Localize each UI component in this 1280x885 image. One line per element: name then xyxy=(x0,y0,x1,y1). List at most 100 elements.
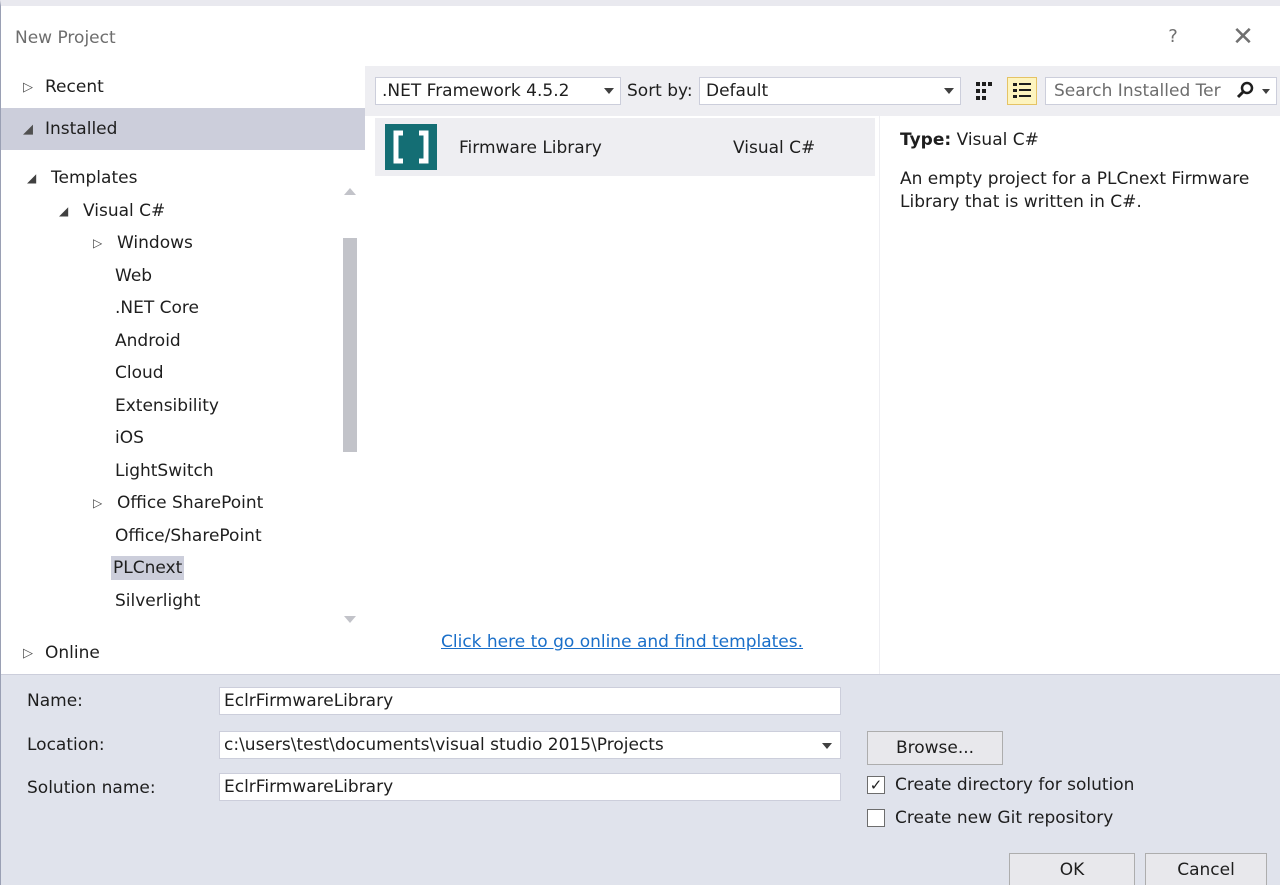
location-combobox[interactable]: c:\users\test\documents\visual studio 20… xyxy=(219,731,841,759)
search-icon[interactable] xyxy=(1236,81,1254,104)
create-directory-checkbox[interactable]: ✓ xyxy=(867,776,885,794)
title-bar: New Project ? ✕ xyxy=(1,12,1280,66)
tree-node-extensibility[interactable]: Extensibility xyxy=(1,390,339,423)
collapse-arrow-icon: ◢ xyxy=(59,203,69,218)
tree-node-plcnext[interactable]: PLCnext xyxy=(1,552,339,585)
expand-arrow-icon: ▷ xyxy=(93,496,103,511)
scrollbar-thumb[interactable] xyxy=(343,238,357,452)
tree-node-label: iOS xyxy=(115,428,144,449)
search-options-arrow-icon[interactable] xyxy=(1262,89,1270,94)
tree-node-templates[interactable]: ◢ Templates xyxy=(1,162,339,195)
dialog-title: New Project xyxy=(15,28,116,48)
tree-node-label: Visual C# xyxy=(83,200,166,221)
small-icons-view-button[interactable] xyxy=(969,77,999,105)
nav-online-label: Online xyxy=(45,643,100,663)
tree-node-silverlight[interactable]: Silverlight xyxy=(1,585,339,618)
cancel-button[interactable]: Cancel xyxy=(1145,853,1267,885)
collapse-arrow-icon: ◢ xyxy=(27,171,37,186)
create-git-repo-label: Create new Git repository xyxy=(895,808,1114,828)
sort-by-label: Sort by: xyxy=(627,81,693,101)
template-list: Firmware Library Visual C# Click here to… xyxy=(371,116,879,674)
create-directory-option[interactable]: ✓ Create directory for solution xyxy=(867,775,1134,795)
project-name-field[interactable]: EclrFirmwareLibrary xyxy=(219,687,841,715)
template-description: An empty project for a PLCnext Firmware … xyxy=(900,169,1250,212)
tree-node-label: Extensibility xyxy=(115,395,219,416)
nav-online[interactable]: ▷ Online xyxy=(1,632,365,674)
tree-node-cloud[interactable]: Cloud xyxy=(1,357,339,390)
tree-node-label: Cloud xyxy=(115,363,164,384)
tree-node-label: PLCnext xyxy=(111,556,185,581)
dropdown-arrow-icon xyxy=(944,88,954,94)
help-button[interactable]: ? xyxy=(1161,24,1185,50)
nav-recent[interactable]: ▷ Recent xyxy=(1,66,365,108)
tree-node-android[interactable]: Android xyxy=(1,325,339,358)
type-value: Visual C# xyxy=(956,130,1039,150)
template-language: Visual C# xyxy=(733,138,816,158)
solution-name-label: Solution name: xyxy=(27,778,156,798)
tree-node-label: Android xyxy=(115,330,181,351)
list-view-icon xyxy=(1013,83,1031,98)
tree-node-lightswitch[interactable]: LightSwitch xyxy=(1,455,339,488)
tree-node-label: Silverlight xyxy=(115,590,201,611)
location-value: c:\users\test\documents\visual studio 20… xyxy=(224,735,664,755)
scroll-down-arrow-icon[interactable] xyxy=(344,616,356,623)
expand-arrow-icon: ▷ xyxy=(93,236,103,251)
create-git-repo-option[interactable]: Create new Git repository xyxy=(867,808,1113,828)
nav-installed-label: Installed xyxy=(45,119,118,139)
browse-button[interactable]: Browse... xyxy=(867,731,1003,765)
expand-arrow-icon: ▷ xyxy=(23,79,33,95)
plcnext-bracket-icon xyxy=(385,124,437,170)
search-installed-templates-input[interactable]: Search Installed Ter xyxy=(1045,77,1277,105)
create-git-repo-checkbox[interactable] xyxy=(867,809,885,827)
template-toolbar: .NET Framework 4.5.2 Sort by: Default Se… xyxy=(365,66,1280,116)
template-row-firmware-library[interactable]: Firmware Library Visual C# xyxy=(375,118,875,176)
dropdown-arrow-icon xyxy=(604,88,614,94)
grid-view-icon xyxy=(976,82,992,100)
find-templates-online-link[interactable]: Click here to go online and find templat… xyxy=(441,632,803,652)
name-label: Name: xyxy=(27,691,83,711)
type-label: Type: xyxy=(900,130,952,150)
sort-by-value: Default xyxy=(706,81,769,101)
tree-node-ios[interactable]: iOS xyxy=(1,422,339,455)
new-project-dialog: New Project ? ✕ ▷ Recent ◢ Installed ◢ T… xyxy=(0,0,1280,885)
tree-node-label: .NET Core xyxy=(115,298,199,319)
scroll-up-arrow-icon[interactable] xyxy=(344,188,356,195)
search-placeholder: Search Installed Ter xyxy=(1054,81,1221,101)
template-name: Firmware Library xyxy=(459,138,602,158)
tree-node-label: Web xyxy=(115,265,153,286)
template-navigation-pane: ▷ Recent ◢ Installed ◢ Templates ◢ Visua… xyxy=(1,66,365,674)
tree-node-label: Office/SharePoint xyxy=(115,525,262,546)
tree-node-net-core[interactable]: .NET Core xyxy=(1,292,339,325)
template-tree: ◢ Templates ◢ Visual C# ▷ Windows Web .N… xyxy=(1,162,339,626)
template-description-pane: Type: Visual C# An empty project for a P… xyxy=(879,116,1280,674)
tree-node-label: Templates xyxy=(51,168,138,189)
ok-button[interactable]: OK xyxy=(1009,853,1135,885)
tree-node-windows[interactable]: ▷ Windows xyxy=(1,227,339,260)
tree-node-label: Windows xyxy=(117,233,193,254)
dropdown-arrow-icon[interactable] xyxy=(822,743,832,749)
tree-node-office-sharepoint[interactable]: ▷ Office SharePoint xyxy=(1,487,339,520)
tree-node-office-slash-sharepoint[interactable]: Office/SharePoint xyxy=(1,520,339,553)
expand-arrow-icon: ▷ xyxy=(23,645,33,661)
tree-node-label: LightSwitch xyxy=(115,460,214,481)
tree-node-web[interactable]: Web xyxy=(1,260,339,293)
project-name-value: EclrFirmwareLibrary xyxy=(224,691,394,711)
location-label: Location: xyxy=(27,735,105,755)
checkmark-icon: ✓ xyxy=(869,776,883,794)
create-directory-label: Create directory for solution xyxy=(895,775,1135,795)
project-details-form: Name: EclrFirmwareLibrary Location: c:\u… xyxy=(1,674,1280,885)
template-type: Type: Visual C# xyxy=(900,130,1039,150)
close-button[interactable]: ✕ xyxy=(1229,24,1257,50)
nav-recent-label: Recent xyxy=(45,77,104,97)
list-view-button[interactable] xyxy=(1007,77,1037,105)
tree-scrollbar[interactable] xyxy=(341,182,359,632)
solution-name-field[interactable]: EclrFirmwareLibrary xyxy=(219,773,841,801)
sort-by-dropdown[interactable]: Default xyxy=(699,77,961,105)
solution-name-value: EclrFirmwareLibrary xyxy=(224,777,394,797)
framework-dropdown[interactable]: .NET Framework 4.5.2 xyxy=(375,77,621,105)
nav-installed[interactable]: ◢ Installed xyxy=(1,108,365,150)
tree-node-visual-csharp[interactable]: ◢ Visual C# xyxy=(1,195,339,228)
framework-value: .NET Framework 4.5.2 xyxy=(382,81,570,101)
collapse-arrow-icon: ◢ xyxy=(23,121,33,137)
tree-node-label: Office SharePoint xyxy=(117,493,264,514)
